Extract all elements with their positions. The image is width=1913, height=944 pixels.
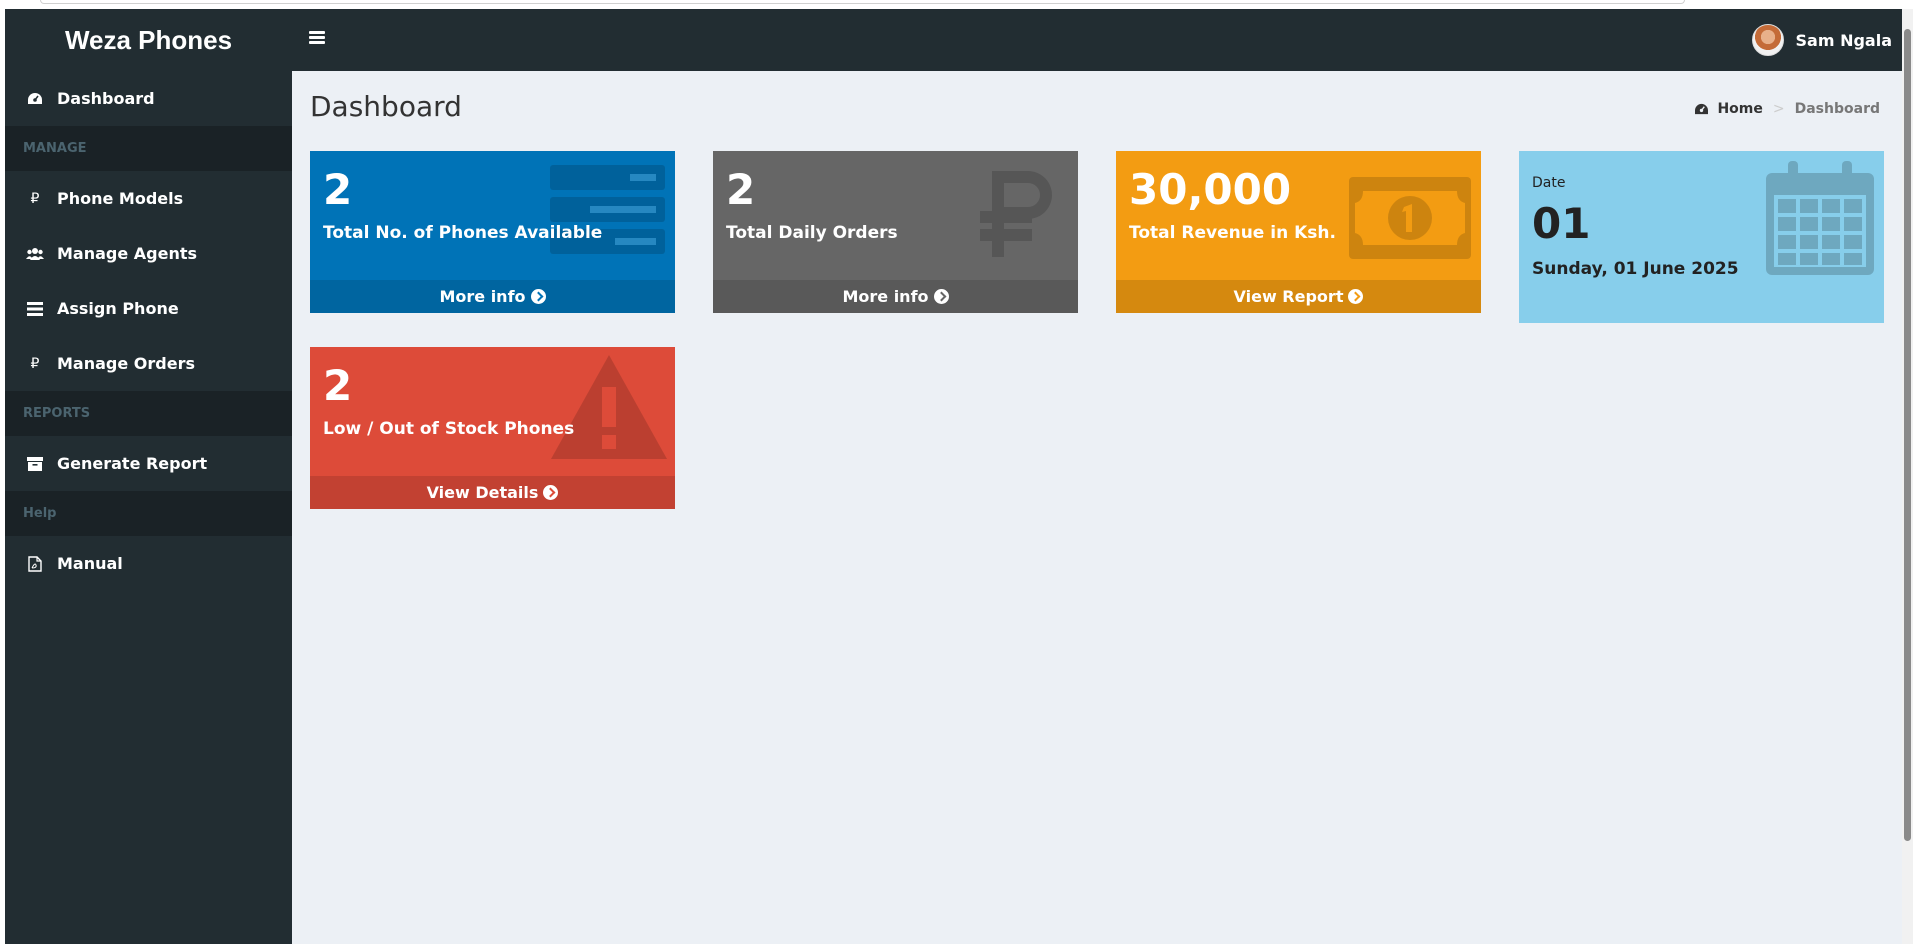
scrollbar-thumb[interactable]: [1904, 29, 1911, 841]
browser-frame-edge: [40, 0, 1685, 4]
footer-label: More info: [842, 287, 929, 306]
card-phones-available: 2 Total No. of Phones Available More inf…: [310, 151, 675, 313]
breadcrumb-current: Dashboard: [1794, 101, 1880, 117]
browser-top-strip: [0, 0, 1913, 9]
sidebar-section-header: Help: [5, 491, 292, 536]
date-full: Sunday, 01 June 2025: [1532, 259, 1739, 280]
archive-icon: [25, 454, 45, 474]
dashboard-icon: [1695, 103, 1709, 114]
avatar: [1751, 24, 1784, 56]
view-details-link[interactable]: View Details: [310, 476, 675, 509]
card-value: 30,000: [1129, 165, 1292, 214]
menu-bar-icon: [309, 31, 325, 34]
sidebar-item-generate-report[interactable]: Generate Report: [5, 436, 292, 491]
file-pdf-icon: [25, 554, 45, 574]
sidebar-item-label: Dashboard: [57, 89, 155, 108]
sidebar-section-header: MANAGE: [5, 126, 292, 171]
tasks-icon: [25, 299, 45, 319]
card-caption: Total Daily Orders: [726, 223, 898, 244]
brand-area[interactable]: Weza Phones: [5, 9, 292, 71]
dashboard-icon: [25, 89, 45, 109]
card-date: Date 01 Sunday, 01 June 2025: [1519, 151, 1884, 323]
arrow-circle-right-icon: [530, 289, 546, 304]
more-info-link[interactable]: More info: [713, 280, 1078, 313]
user-menu[interactable]: Sam Ngala: [1751, 23, 1892, 57]
sidebar-item-label: Manage Orders: [57, 354, 195, 373]
card-value: 2: [323, 165, 353, 214]
sidebar: Dashboard MANAGE ₽ Phone Models Manage A…: [5, 71, 292, 944]
footer-label: View Details: [426, 483, 539, 502]
user-name: Sam Ngala: [1795, 30, 1892, 50]
sidebar-item-label: Assign Phone: [57, 299, 179, 318]
brand-logo-text[interactable]: Weza Phones: [5, 25, 292, 56]
card-total-revenue: 30,000 Total Revenue in Ksh. View Report: [1116, 151, 1481, 313]
card-low-stock: 2 Low / Out of Stock Phones View Details: [310, 347, 675, 509]
ruble-icon: ₽: [30, 355, 40, 372]
footer-label: View Report: [1233, 287, 1344, 306]
menu-bar-icon: [309, 36, 325, 39]
app-window: Weza Phones Sam Ngala Dashboard MANAGE ₽…: [5, 9, 1902, 944]
card-caption: Total No. of Phones Available: [323, 223, 603, 244]
sidebar-item-manual[interactable]: Manual: [5, 536, 292, 591]
sidebar-item-label: Manage Agents: [57, 244, 198, 263]
sidebar-item-manage-orders[interactable]: ₽ Manage Orders: [5, 336, 292, 391]
users-icon: [25, 244, 45, 264]
card-value: 2: [726, 165, 756, 214]
sidebar-section-header: REPORTS: [5, 391, 292, 436]
date-label: Date: [1532, 175, 1566, 191]
menu-bar-icon: [309, 41, 325, 44]
card-caption: Low / Out of Stock Phones: [323, 419, 575, 440]
sidebar-item-label: Manual: [57, 554, 123, 573]
breadcrumb-home-link[interactable]: Home: [1694, 101, 1763, 117]
sidebar-toggle-button[interactable]: [307, 29, 329, 51]
view-report-link[interactable]: View Report: [1116, 280, 1481, 313]
card-value: 2: [323, 361, 353, 410]
ruble-icon: ₽: [30, 190, 40, 207]
arrow-circle-right-icon: [1348, 289, 1364, 304]
sidebar-item-manage-agents[interactable]: Manage Agents: [5, 226, 292, 281]
main-content: Dashboard Home > Dashboard 2 Total No. o…: [292, 71, 1902, 944]
sidebar-item-label: Generate Report: [57, 454, 208, 473]
arrow-circle-right-icon: [543, 485, 559, 500]
footer-label: More info: [439, 287, 526, 306]
sidebar-item-phone-models[interactable]: ₽ Phone Models: [5, 171, 292, 226]
card-caption: Total Revenue in Ksh.: [1129, 223, 1336, 244]
page-title: Dashboard: [310, 90, 462, 123]
more-info-link[interactable]: More info: [310, 280, 675, 313]
page-scrollbar[interactable]: [1902, 9, 1913, 944]
top-header: Weza Phones Sam Ngala: [5, 9, 1902, 71]
sidebar-item-assign-phone[interactable]: Assign Phone: [5, 281, 292, 336]
sidebar-item-dashboard[interactable]: Dashboard: [5, 71, 292, 126]
arrow-circle-right-icon: [933, 289, 949, 304]
sidebar-item-label: Phone Models: [57, 189, 184, 208]
breadcrumb: Home > Dashboard: [1694, 101, 1880, 117]
date-day: 01: [1532, 199, 1591, 248]
breadcrumb-home-label: Home: [1717, 101, 1763, 117]
breadcrumb-separator: >: [1772, 101, 1785, 117]
card-daily-orders: 2 Total Daily Orders More info: [713, 151, 1078, 313]
